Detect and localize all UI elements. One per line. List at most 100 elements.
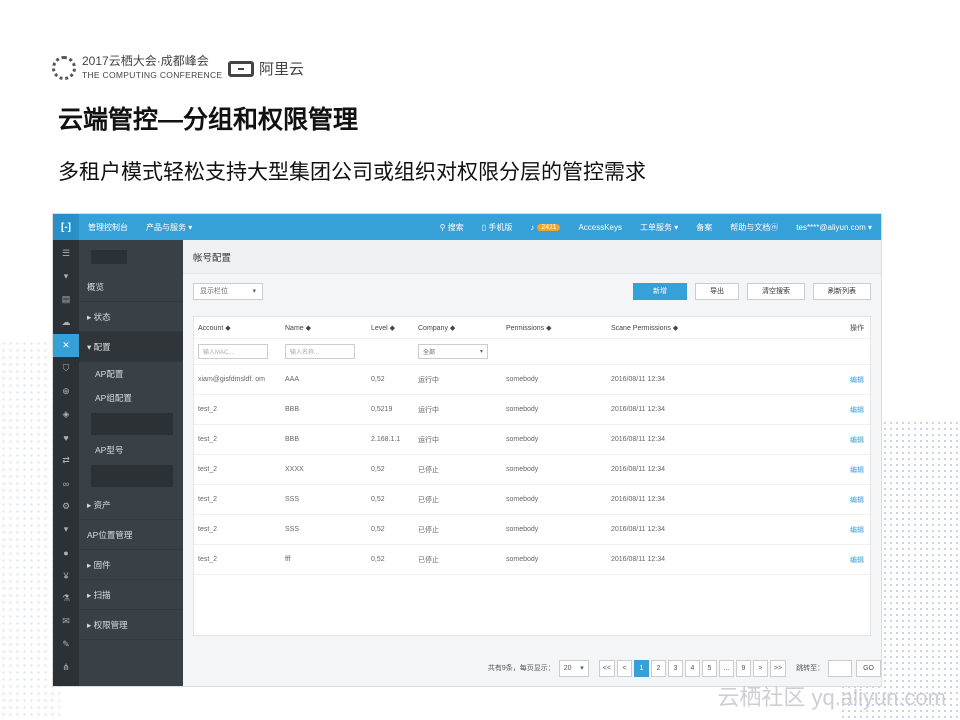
redacted-block [91, 413, 173, 435]
transfer-icon[interactable]: ⇄ [53, 449, 79, 472]
console-logo-icon[interactable]: [-] [53, 214, 79, 240]
clear-search-button[interactable]: 清空搜索 [747, 282, 805, 300]
page-button[interactable]: 4 [684, 659, 700, 677]
cell-permissions: somebody [506, 526, 539, 533]
first-page-button[interactable]: << [598, 659, 615, 677]
cell-account: test_2 [198, 496, 218, 503]
cell-name: SSS [285, 526, 300, 533]
sidebar-item-firmware[interactable]: ▸ 固件 [79, 550, 183, 580]
conference-mark-icon [52, 56, 76, 80]
network-icon[interactable]: ⋔ [53, 656, 79, 679]
column-select[interactable]: 显示栏位 ▾ [193, 282, 263, 300]
column-header-name[interactable]: Name ◆ [285, 324, 371, 332]
cell-level: 0,52 [371, 496, 385, 503]
dropdown-arrow-icon: ▾ [580, 665, 584, 672]
mail-icon[interactable]: ✉ [53, 610, 79, 633]
search-link[interactable]: ⚲ 搜索 [431, 222, 473, 233]
cell-name: AAA [285, 376, 300, 383]
page-ellipsis: ... [718, 659, 734, 677]
link-icon[interactable]: ∞ [53, 472, 79, 495]
sidebar-item-ap-location[interactable]: AP位置管理 [79, 520, 183, 550]
cell-company: 运行中 [418, 376, 439, 384]
edit-link[interactable]: 编辑 [831, 375, 870, 385]
notifications-button[interactable]: ♪ 2411 [521, 223, 569, 232]
sidebar-item-ap-group-config[interactable]: AP组配置 [79, 386, 183, 410]
collapse-icon[interactable]: ▾ [53, 265, 79, 288]
go-button[interactable]: GO [856, 659, 881, 677]
export-button[interactable]: 导出 [695, 282, 739, 300]
company-filter-select[interactable]: 全部 ▾ [418, 344, 488, 359]
sidebar-item-permission[interactable]: ▸ 权限管理 [79, 610, 183, 640]
page-button[interactable]: 9 [735, 659, 751, 677]
page-button[interactable]: 1 [633, 659, 649, 677]
shield-icon[interactable]: ⛉ [53, 357, 79, 380]
page-button[interactable]: 5 [701, 659, 717, 677]
sidebar-item-ap-model[interactable]: AP型号 [79, 438, 183, 462]
goto-page-input[interactable] [828, 659, 853, 677]
access-keys-link[interactable]: AccessKeys [569, 223, 631, 232]
edit-link[interactable]: 编辑 [831, 555, 870, 565]
cell-scane-permissions: 2016/08/11 12:34 [611, 526, 665, 533]
beian-link[interactable]: 备案 [687, 222, 721, 233]
tools-icon[interactable]: ✕ [53, 334, 79, 357]
mac-filter-input[interactable]: 输入MAC... [198, 344, 268, 359]
last-page-button[interactable]: >> [769, 659, 787, 677]
globe-icon[interactable]: ⊕ [53, 380, 79, 403]
cloud-icon[interactable]: ☁ [53, 311, 79, 334]
page-size-select[interactable]: 20 ▾ [558, 659, 589, 677]
sidebar-item-config[interactable]: ▾ 配置 [79, 332, 183, 362]
prev-page-button[interactable]: < [616, 659, 632, 677]
cell-permissions: somebody [506, 436, 539, 443]
cell-company: 已停止 [418, 496, 439, 504]
sidebar-item-status[interactable]: ▸ 状态 [79, 302, 183, 332]
page-button[interactable]: 3 [667, 659, 683, 677]
column-header-scane-permissions[interactable]: Scane Permissions ◆ [611, 324, 831, 332]
edit-link[interactable]: 编辑 [831, 405, 870, 415]
column-header-permissions[interactable]: Permissions ◆ [506, 324, 611, 332]
edit-link[interactable]: 编辑 [831, 465, 870, 475]
aliyun-logo: 阿里云 [228, 58, 304, 79]
sidebar-item-ap-config[interactable]: AP配置 [79, 362, 183, 386]
column-header-company[interactable]: Company ◆ [418, 324, 506, 332]
user-menu[interactable]: tes****@aliyun.com ▾ [787, 223, 881, 232]
menu-toggle-icon[interactable]: ☰ [53, 242, 79, 265]
pen-icon[interactable]: ✎ [53, 633, 79, 656]
money-icon[interactable]: ¥ [53, 564, 79, 587]
page-button[interactable]: 2 [650, 659, 666, 677]
help-badge-icon: ⓜ [770, 222, 779, 232]
refresh-button[interactable]: 刷新列表 [813, 282, 871, 300]
security-icon[interactable]: ◈ [53, 403, 79, 426]
add-button[interactable]: 新增 [633, 282, 687, 300]
edit-link[interactable]: 编辑 [831, 525, 870, 535]
cell-account: test_2 [198, 556, 218, 563]
watermark: 云栖社区 yq.aliyun.com [717, 685, 946, 710]
sidebar-item-assets[interactable]: ▸ 资产 [79, 490, 183, 520]
next-page-button[interactable]: > [752, 659, 768, 677]
icon-sidebar: ☰ ▾ ▤ ☁ ✕ ⛉ ⊕ ◈ ♥ ⇄ ∞ ⚙ ▾ ● ¥ ⚗ ✉ ✎ ⋔ [53, 240, 79, 686]
table-row: test_2 BBB 2.168.1.1 运行中 somebody 2016/08/11 … [194, 425, 870, 455]
help-menu[interactable]: 帮助与文档 ⓜ [721, 222, 787, 233]
sidebar-item-scan[interactable]: ▸ 扫描 [79, 580, 183, 610]
console-home-link[interactable]: 管理控制台 [79, 222, 137, 233]
sidebar-item-overview[interactable]: 概览 [79, 272, 183, 302]
name-filter-input[interactable]: 输入名称... [285, 344, 355, 359]
heart-icon[interactable]: ♥ [53, 426, 79, 449]
expand-icon[interactable]: ▾ [53, 518, 79, 541]
mobile-link[interactable]: ▯ 手机版 [473, 222, 522, 233]
user-icon[interactable]: ● [53, 541, 79, 564]
products-menu[interactable]: 产品与服务 ▾ [137, 222, 201, 233]
cell-account: test_2 [198, 406, 218, 413]
column-header-actions: 操作 [850, 324, 864, 332]
edit-link[interactable]: 编辑 [831, 495, 870, 505]
cell-name: BBB [285, 406, 300, 413]
database-icon[interactable]: ▤ [53, 288, 79, 311]
ticket-menu[interactable]: 工单服务 ▾ [631, 222, 687, 233]
pagination: 共有9条，每页显示： 20 ▾ << < 1 2 3 4 5 ... 9 > >>… [193, 654, 881, 682]
settings-icon[interactable]: ⚙ [53, 495, 79, 518]
bell-icon: ♪ [530, 222, 535, 232]
column-header-account[interactable]: Account ◆ [194, 324, 285, 332]
edit-link[interactable]: 编辑 [831, 435, 870, 445]
flask-icon[interactable]: ⚗ [53, 587, 79, 610]
column-header-level[interactable]: Level ◆ [371, 324, 418, 332]
table-row: test_2 SSS 0,52 已停止 somebody 2016/08/11 12:34… [194, 515, 870, 545]
